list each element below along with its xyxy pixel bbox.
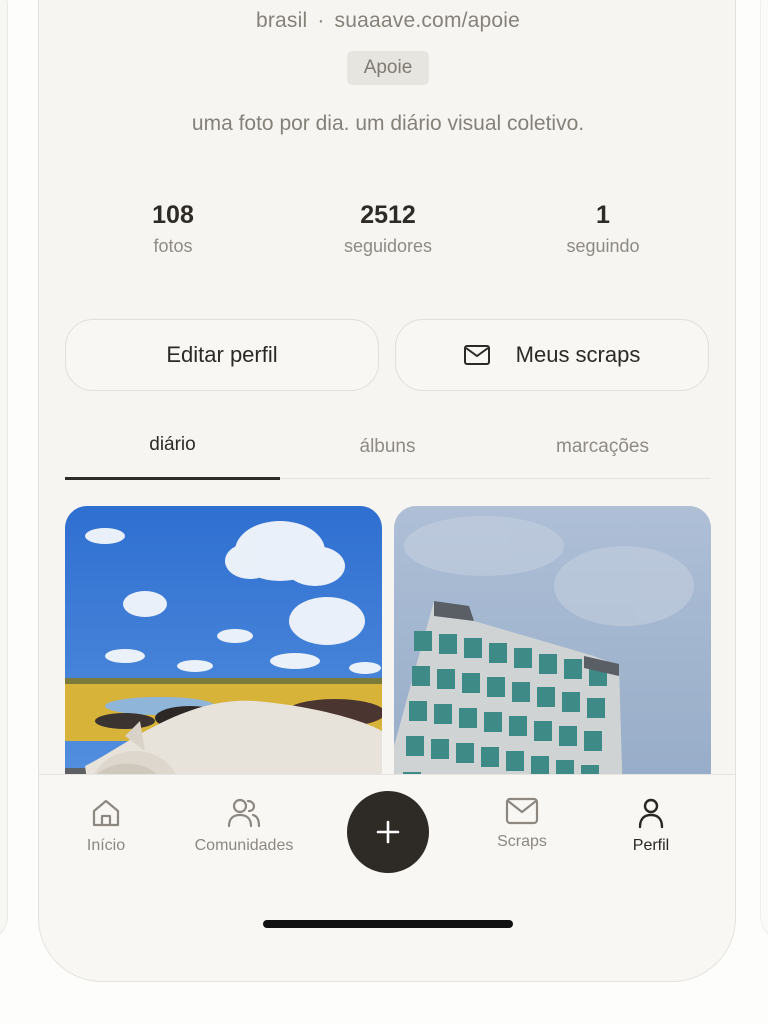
bottom-navigation: Início Comunidades Scraps Perfil [39, 774, 735, 981]
stat-following-value: 1 [596, 201, 610, 229]
active-tab-indicator [65, 477, 280, 480]
nav-inicio[interactable]: Início [39, 797, 176, 855]
nav-scraps[interactable]: Scraps [452, 797, 592, 851]
profile-screen: brasil · suaaave.com/apoie Apoie uma foto … [38, 0, 736, 982]
people-icon [227, 798, 261, 828]
home-icon [92, 799, 120, 827]
profile-bio: uma foto por dia. um diário visual colet… [191, 112, 585, 135]
stat-following-label: seguindo [566, 236, 640, 256]
my-scraps-label: Meus scraps [515, 342, 641, 367]
nav-inicio-label: Início [86, 837, 126, 854]
adjacent-card-right [760, 0, 768, 942]
stat-followers[interactable]: 2512 seguidores [288, 201, 488, 257]
profile-tabs: diário álbuns marcações [65, 424, 711, 480]
stat-followers-value: 2512 [360, 201, 416, 229]
edit-profile-label: Editar perfil [166, 342, 278, 367]
my-scraps-button[interactable]: Meus scraps [395, 319, 709, 391]
profile-links: brasil · suaaave.com/apoie [39, 9, 735, 33]
nav-perfil[interactable]: Perfil [581, 797, 721, 855]
profile-link[interactable]: suaaave.com/apoie [335, 9, 521, 32]
add-photo-button[interactable] [347, 791, 429, 873]
edit-profile-button[interactable]: Editar perfil [65, 319, 379, 391]
support-badge[interactable]: Apoie [347, 51, 429, 85]
tab-marcacoes[interactable]: marcações [495, 436, 710, 458]
nav-comunidades-label: Comunidades [194, 837, 294, 854]
profile-location: brasil [255, 9, 308, 32]
stat-photos[interactable]: 108 fotos [73, 201, 273, 257]
nav-comunidades[interactable]: Comunidades [174, 797, 314, 855]
nav-perfil-label: Perfil [632, 837, 670, 854]
stat-photos-value: 108 [152, 201, 194, 229]
links-separator: · [317, 9, 325, 32]
tab-albuns[interactable]: álbuns [280, 436, 495, 458]
nav-scraps-label: Scraps [497, 833, 547, 850]
adjacent-card-left [0, 0, 8, 942]
home-indicator [263, 920, 513, 928]
person-icon [638, 798, 664, 829]
stat-followers-label: seguidores [343, 236, 433, 256]
stat-following[interactable]: 1 seguindo [503, 201, 703, 257]
stat-photos-label: fotos [153, 236, 193, 256]
tab-diario[interactable]: diário [65, 434, 280, 456]
plus-icon [376, 820, 400, 844]
mail-icon [463, 345, 490, 365]
mail-icon [505, 797, 539, 825]
